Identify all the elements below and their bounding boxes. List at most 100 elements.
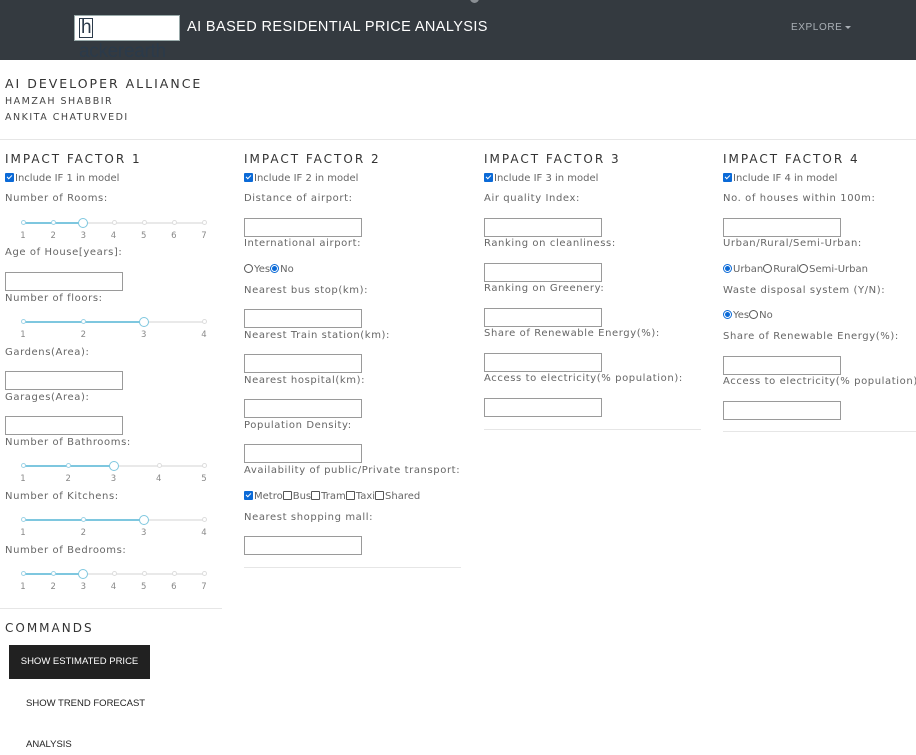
slider-tick — [51, 571, 57, 576]
slider-tick — [202, 319, 207, 324]
if1-include-checkbox[interactable]: Include IF 1 in model — [5, 172, 119, 184]
slider-tick-label: 1 — [20, 330, 26, 340]
app-title[interactable]: AI BASED RESIDENTIAL PRICE ANALYSIS — [187, 19, 488, 35]
airport-distance-label: Distance of airport: — [244, 193, 353, 204]
bus-stop-input[interactable] — [244, 309, 362, 328]
radio-semi-urban[interactable] — [799, 263, 809, 273]
slider-tick-label: 4 — [201, 330, 207, 340]
aqi-input[interactable] — [484, 218, 602, 237]
slider-tick-label: 4 — [201, 528, 207, 538]
slider-tick-label: 3 — [80, 582, 87, 592]
if1-heading: IMPACT FACTOR 1 — [5, 152, 142, 166]
slider-handle[interactable] — [138, 515, 149, 525]
renewable-input[interactable] — [484, 353, 602, 372]
analysis-button[interactable]: ANALYSIS — [26, 739, 72, 750]
slider-handle[interactable] — [78, 218, 89, 228]
navbar: hackerearth AI BASED RESIDENTIAL PRICE A… — [0, 0, 916, 62]
urban-label: Urban/Rural/Semi-Urban: — [723, 238, 862, 249]
bathrooms-slider[interactable]: 1 2 3 4 5 — [20, 461, 207, 487]
kitchens-slider[interactable]: 1 2 3 4 — [20, 515, 207, 541]
slider-tick — [141, 571, 147, 576]
if3-include-checkbox[interactable]: Include IF 3 in model — [484, 172, 598, 184]
floors-slider[interactable]: 1 2 3 4 — [20, 317, 207, 343]
if4-include-checkbox[interactable]: Include IF 4 in model — [723, 172, 837, 184]
rooms-slider[interactable]: 1 2 3 4 5 6 7 — [20, 218, 207, 244]
airport-distance-input[interactable] — [244, 218, 362, 237]
slider-tick — [171, 571, 177, 576]
train-input[interactable] — [244, 354, 362, 373]
slider-tick — [202, 517, 207, 522]
divider — [0, 608, 222, 609]
slider-tick-label: 3 — [140, 330, 147, 340]
hospital-input[interactable] — [244, 399, 362, 418]
checkbox-checked-icon[interactable] — [723, 172, 732, 182]
density-input[interactable] — [244, 444, 362, 463]
radio-yes[interactable] — [723, 309, 732, 319]
slider-tick — [111, 571, 117, 576]
metro-checkbox[interactable] — [244, 490, 253, 500]
slider-tick-label: 3 — [140, 528, 147, 538]
hackerearth-logo[interactable]: hackerearth — [74, 15, 180, 62]
slider-tick — [202, 220, 207, 225]
if2-include-checkbox[interactable]: Include IF 2 in model — [244, 172, 358, 184]
slider-tick — [111, 220, 117, 225]
slider-tick — [171, 220, 177, 225]
slider-tick-label: 2 — [50, 231, 56, 241]
houses-input[interactable] — [723, 218, 841, 237]
checkbox-checked-icon[interactable] — [484, 172, 493, 182]
renewable-input[interactable] — [723, 356, 841, 375]
bus-stop-label: Nearest bus stop(km): — [244, 285, 369, 296]
slider-tick-label: 7 — [201, 582, 207, 592]
shared-checkbox[interactable] — [375, 490, 385, 500]
renewable-label: Share of Renewable Energy(%): — [484, 328, 660, 339]
slider-tick-label: 2 — [80, 528, 87, 538]
kitchens-label: Number of Kitchens: — [5, 491, 119, 502]
bedrooms-slider[interactable]: 1 2 3 4 5 6 7 — [20, 569, 207, 595]
radio-yes[interactable] — [244, 263, 253, 273]
radio-no[interactable] — [749, 309, 759, 319]
bus-checkbox[interactable] — [282, 490, 292, 500]
if2-heading: IMPACT FACTOR 2 — [244, 152, 381, 166]
slider-tick-label: 1 — [20, 474, 26, 484]
age-input[interactable] — [5, 272, 123, 291]
checkbox-checked-icon[interactable] — [5, 172, 14, 182]
slider-tick-label: 4 — [156, 474, 162, 484]
slider-tick-label: 2 — [65, 474, 71, 484]
show-estimated-price-button[interactable]: SHOW ESTIMATED PRICE — [9, 645, 150, 679]
slider-tick — [156, 463, 162, 468]
gardens-input[interactable] — [5, 371, 123, 390]
slider-tick-label: 6 — [171, 231, 177, 241]
radio-no[interactable] — [270, 263, 280, 273]
radio-urban[interactable] — [723, 263, 732, 273]
electricity-input[interactable] — [484, 398, 602, 417]
checkbox-checked-icon[interactable] — [244, 172, 253, 182]
radio-rural[interactable] — [763, 263, 773, 273]
renewable-label: Share of Renewable Energy(%): — [723, 331, 899, 342]
nav-dot-icon — [470, 0, 479, 3]
electricity-input[interactable] — [723, 401, 841, 420]
waste-radio-group: Yes No — [723, 309, 773, 321]
slider-tick-label: 1 — [20, 528, 26, 538]
cleanliness-input[interactable] — [484, 263, 602, 282]
tram-checkbox[interactable] — [311, 490, 321, 500]
slider-handle[interactable] — [138, 317, 149, 327]
garages-input[interactable] — [5, 416, 123, 435]
slider-handle[interactable] — [78, 569, 89, 579]
member-name: ANKITA CHATURVEDI — [5, 112, 129, 123]
slider-tick — [21, 517, 26, 522]
slider-handle[interactable] — [108, 461, 119, 471]
divider — [0, 139, 916, 140]
show-trend-forecast-button[interactable]: SHOW TREND FORECAST — [26, 698, 145, 709]
taxi-checkbox[interactable] — [345, 490, 355, 500]
slider-tick — [21, 220, 26, 225]
greenery-input[interactable] — [484, 308, 602, 327]
if4-heading: IMPACT FACTOR 4 — [723, 152, 860, 166]
electricity-label: Access to electricity(% population): — [723, 376, 916, 387]
slider-tick — [21, 319, 26, 324]
mall-input[interactable] — [244, 536, 362, 555]
explore-dropdown[interactable]: EXPLORE — [791, 22, 852, 33]
slider-tick — [51, 220, 57, 225]
slider-tick — [21, 571, 26, 576]
greenery-label: Ranking on Greenery: — [484, 283, 605, 294]
waste-label: Waste disposal system (Y/N): — [723, 285, 886, 296]
